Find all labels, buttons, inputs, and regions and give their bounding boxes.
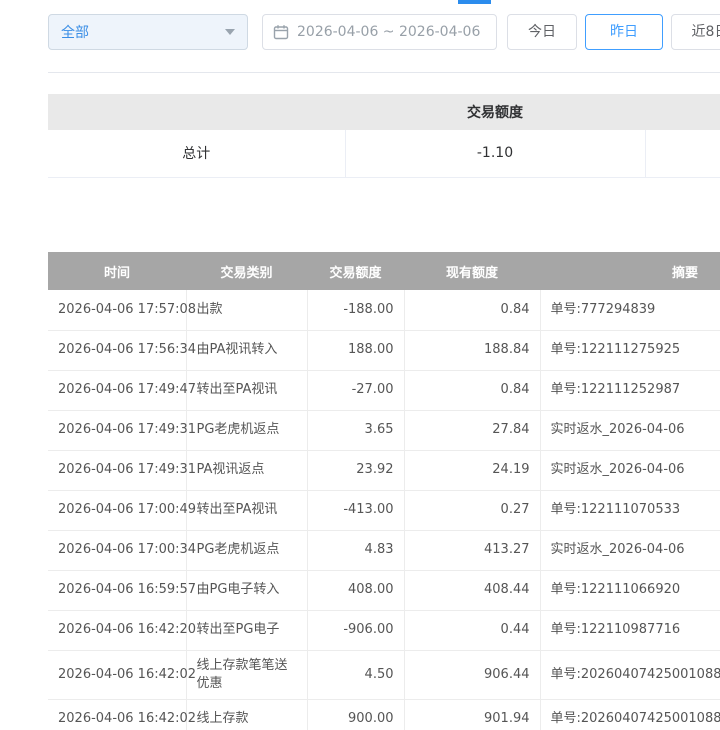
table-cell: 188.84 xyxy=(404,330,540,370)
table-cell: 2026-04-06 16:42:20 xyxy=(48,610,186,650)
date-range-input[interactable]: 2026-04-06 ~ 2026-04-06 xyxy=(262,14,497,50)
table-cell: 实时返水_2026-04-06 xyxy=(540,530,720,570)
table-cell: 413.27 xyxy=(404,530,540,570)
table-cell: PG老虎机返点 xyxy=(186,410,307,450)
summary-header-amount: 交易额度 xyxy=(345,94,645,130)
table-cell: 188.00 xyxy=(307,330,404,370)
table-cell: 2026-04-06 17:49:31 xyxy=(48,450,186,490)
table-row: 2026-04-06 16:42:02线上存款900.00901.94单号:20… xyxy=(48,699,720,730)
table-cell: 实时返水_2026-04-06 xyxy=(540,410,720,450)
table-cell: 23.92 xyxy=(307,450,404,490)
table-row: 2026-04-06 17:00:34PG老虎机返点4.83413.27实时返水… xyxy=(48,530,720,570)
filter-select-value: 全部 xyxy=(61,22,225,42)
table-cell: PA视讯返点 xyxy=(186,450,307,490)
table-cell: 906.44 xyxy=(404,650,540,699)
table-cell: 27.84 xyxy=(404,410,540,450)
table-cell: 4.83 xyxy=(307,530,404,570)
table-cell: 0.44 xyxy=(404,610,540,650)
table-cell: 单号:122111252987 xyxy=(540,370,720,410)
table-cell: 2026-04-06 17:49:47 xyxy=(48,370,186,410)
table-cell: 901.94 xyxy=(404,699,540,730)
table-cell: 24.19 xyxy=(404,450,540,490)
table-row: 2026-04-06 17:49:47转出至PA视讯-27.000.84单号:1… xyxy=(48,370,720,410)
table-cell: 由PA视讯转入 xyxy=(186,330,307,370)
table-row: 2026-04-06 16:42:02线上存款笔笔送优惠4.50906.44单号… xyxy=(48,650,720,699)
summary-table: 交易额度 总计 -1.10 xyxy=(48,94,720,178)
table-cell: 转出至PG电子 xyxy=(186,610,307,650)
transactions-header-row: 时间 交易类别 交易额度 现有额度 摘要 xyxy=(48,252,720,290)
table-cell: 线上存款笔笔送优惠 xyxy=(186,650,307,699)
table-cell: 单号:122111066920 xyxy=(540,570,720,610)
table-cell: PG老虎机返点 xyxy=(186,530,307,570)
column-header-amount: 交易额度 xyxy=(307,252,404,290)
table-cell: 单号:122111275925 xyxy=(540,330,720,370)
table-row: 2026-04-06 17:56:34由PA视讯转入188.00188.84单号… xyxy=(48,330,720,370)
table-cell: 0.84 xyxy=(404,290,540,330)
last-8-days-button[interactable]: 近8日 xyxy=(671,14,720,50)
table-cell: -27.00 xyxy=(307,370,404,410)
table-cell: 实时返水_2026-04-06 xyxy=(540,450,720,490)
table-cell: 2026-04-06 16:42:02 xyxy=(48,650,186,699)
transaction-records-page: 全部 2026-04-06 ~ 2026-04-06 今日 昨日 近8日 交易额… xyxy=(0,0,720,730)
table-cell: 转出至PA视讯 xyxy=(186,370,307,410)
table-cell: 408.44 xyxy=(404,570,540,610)
summary-total-empty xyxy=(645,130,720,177)
summary-total-row: 总计 -1.10 xyxy=(48,130,720,177)
toolbar-divider xyxy=(48,72,720,73)
today-button[interactable]: 今日 xyxy=(507,14,577,50)
summary-header-row: 交易额度 xyxy=(48,94,720,130)
table-cell: 单号:777294839 xyxy=(540,290,720,330)
filter-select[interactable]: 全部 xyxy=(48,14,248,50)
table-cell: 2026-04-06 16:42:02 xyxy=(48,699,186,730)
table-cell: 单号:122110987716 xyxy=(540,610,720,650)
column-header-type: 交易类别 xyxy=(186,252,307,290)
column-header-summary: 摘要 xyxy=(540,252,720,290)
table-cell: 线上存款 xyxy=(186,699,307,730)
table-cell: 单号:122111070533 xyxy=(540,490,720,530)
table-cell: 2026-04-06 16:59:57 xyxy=(48,570,186,610)
transactions-table-body: 2026-04-06 17:57:08出款-188.000.84单号:77729… xyxy=(48,290,720,730)
table-cell: 2026-04-06 17:00:34 xyxy=(48,530,186,570)
table-cell: 900.00 xyxy=(307,699,404,730)
date-range-value: 2026-04-06 ~ 2026-04-06 xyxy=(297,24,480,40)
table-cell: -188.00 xyxy=(307,290,404,330)
table-cell: 2026-04-06 17:57:08 xyxy=(48,290,186,330)
table-cell: 2026-04-06 17:00:49 xyxy=(48,490,186,530)
table-cell: 单号:202604074250010883 xyxy=(540,699,720,730)
table-cell: 出款 xyxy=(186,290,307,330)
table-row: 2026-04-06 17:00:49转出至PA视讯-413.000.27单号:… xyxy=(48,490,720,530)
column-header-balance: 现有额度 xyxy=(404,252,540,290)
chevron-down-icon xyxy=(225,29,235,35)
summary-total-value: -1.10 xyxy=(345,130,645,177)
summary-header-empty xyxy=(48,94,345,130)
table-cell: 由PG电子转入 xyxy=(186,570,307,610)
table-cell: 0.27 xyxy=(404,490,540,530)
transactions-table: 时间 交易类别 交易额度 现有额度 摘要 2026-04-06 17:57:08… xyxy=(48,252,720,730)
table-cell: -906.00 xyxy=(307,610,404,650)
yesterday-button[interactable]: 昨日 xyxy=(585,14,663,50)
table-cell: 0.84 xyxy=(404,370,540,410)
table-row: 2026-04-06 17:49:31PG老虎机返点3.6527.84实时返水_… xyxy=(48,410,720,450)
summary-total-label: 总计 xyxy=(48,130,345,177)
summary-header-empty xyxy=(645,94,720,130)
table-cell: -413.00 xyxy=(307,490,404,530)
table-row: 2026-04-06 17:49:31PA视讯返点23.9224.19实时返水_… xyxy=(48,450,720,490)
column-header-time: 时间 xyxy=(48,252,186,290)
table-row: 2026-04-06 16:59:57由PG电子转入408.00408.44单号… xyxy=(48,570,720,610)
table-row: 2026-04-06 16:42:20转出至PG电子-906.000.44单号:… xyxy=(48,610,720,650)
table-row: 2026-04-06 17:57:08出款-188.000.84单号:77729… xyxy=(48,290,720,330)
active-tab-indicator xyxy=(458,0,491,4)
table-cell: 2026-04-06 17:56:34 xyxy=(48,330,186,370)
table-cell: 408.00 xyxy=(307,570,404,610)
table-cell: 2026-04-06 17:49:31 xyxy=(48,410,186,450)
table-cell: 3.65 xyxy=(307,410,404,450)
calendar-icon xyxy=(273,24,289,40)
table-cell: 转出至PA视讯 xyxy=(186,490,307,530)
table-cell: 单号:202604074250010883 xyxy=(540,650,720,699)
table-cell: 4.50 xyxy=(307,650,404,699)
